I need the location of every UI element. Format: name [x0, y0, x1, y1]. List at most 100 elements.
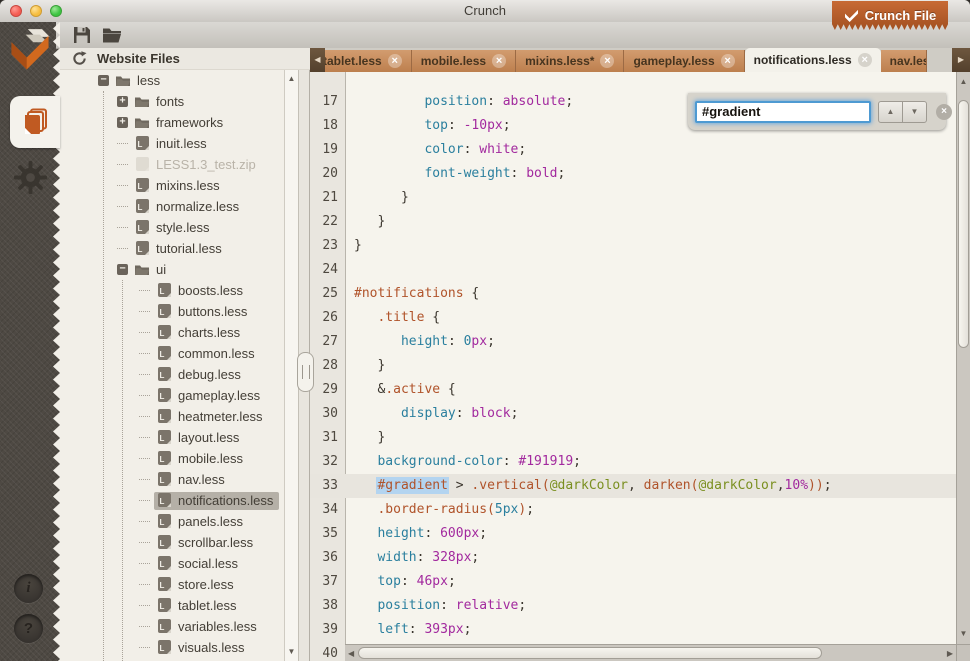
horizontal-scrollbar[interactable]: ◀ ▶ [345, 644, 956, 661]
tree-item-common.less[interactable]: Lcommon.less [60, 343, 284, 364]
tree-item-less[interactable]: −less [60, 70, 284, 91]
tree-item-inuit.less[interactable]: Linuit.less [60, 133, 284, 154]
tree-item-scrollbar.less[interactable]: Lscrollbar.less [60, 532, 284, 553]
tab-label: nav.less* [890, 54, 927, 68]
tree-item-fonts[interactable]: +fonts [60, 91, 284, 112]
less-file-icon: L [156, 577, 172, 592]
scroll-up-icon[interactable]: ▲ [957, 78, 970, 86]
tab-gameplay.less[interactable]: gameplay.less× [624, 50, 744, 72]
tree-item-mixins.less[interactable]: Lmixins.less [60, 175, 284, 196]
tree-item-tutorial.less[interactable]: Ltutorial.less [60, 238, 284, 259]
line-number: 23 [310, 234, 346, 258]
tree-item-store.less[interactable]: Lstore.less [60, 574, 284, 595]
tree-guide-stub [139, 311, 150, 312]
tree-item-visuals.less[interactable]: Lvisuals.less [60, 637, 284, 658]
tree-item-label: visuals.less [178, 640, 244, 655]
tree-item-label: mixins.less [156, 178, 220, 193]
tree-item-gameplay.less[interactable]: Lgameplay.less [60, 385, 284, 406]
refresh-icon[interactable] [72, 51, 87, 66]
save-icon[interactable] [72, 26, 92, 44]
tab-mixins.less[interactable]: mixins.less*× [516, 50, 624, 72]
find-next-button[interactable]: ▼ [902, 101, 927, 123]
less-file-icon: L [156, 409, 172, 424]
tree-item-notifications.less[interactable]: Lnotifications.less [60, 490, 284, 511]
close-icon[interactable]: × [858, 53, 872, 67]
close-icon[interactable]: × [388, 54, 402, 68]
tree-item-boosts.less[interactable]: Lboosts.less [60, 280, 284, 301]
tree-guide-stub [117, 206, 128, 207]
code-editor[interactable]: 17 position: absolute;18 top: -10px;19 c… [310, 72, 970, 661]
scroll-right-icon[interactable]: ▶ [947, 649, 953, 658]
tree-item-ui[interactable]: − ui [60, 259, 284, 280]
tree-item-tablet.less[interactable]: Ltablet.less [60, 595, 284, 616]
tree-item-mobile.less[interactable]: Lmobile.less [60, 448, 284, 469]
tree-item-layout.less[interactable]: Llayout.less [60, 427, 284, 448]
nav-item-files[interactable] [10, 96, 60, 148]
close-icon[interactable]: × [600, 54, 614, 68]
open-folder-icon[interactable] [102, 26, 122, 44]
tree-item-debug.less[interactable]: Ldebug.less [60, 364, 284, 385]
code-line-33: 33 #gradient > .vertical(@darkColor, dar… [310, 474, 956, 498]
info-button[interactable]: i [14, 574, 43, 603]
search-input[interactable] [695, 101, 871, 123]
tree-item-style.less[interactable]: Lstyle.less [60, 217, 284, 238]
tab-notifications.less[interactable]: notifications.less× [745, 48, 881, 72]
code-text: #gradient > .vertical(@darkColor, darken… [346, 474, 832, 498]
line-number: 31 [310, 426, 346, 450]
scroll-up-icon[interactable]: ▲ [285, 75, 298, 83]
gear-icon[interactable] [13, 160, 48, 195]
less-file-icon: L [134, 178, 150, 193]
line-number: 36 [310, 546, 346, 570]
tab-nav.less[interactable]: nav.less* [881, 50, 927, 72]
tree-item-LESS1.3_test.zip[interactable]: LESS1.3_test.zip [60, 154, 284, 175]
tab-tablet.less[interactable]: tablet.less× [325, 50, 412, 72]
tree-item-panels.less[interactable]: Lpanels.less [60, 511, 284, 532]
line-number: 34 [310, 498, 346, 522]
less-file-icon: L [156, 598, 172, 613]
tree-item-label: normalize.less [156, 199, 239, 214]
tree-item-social.less[interactable]: Lsocial.less [60, 553, 284, 574]
tree-item-nav.less[interactable]: Lnav.less [60, 469, 284, 490]
vertical-scroll-thumb[interactable] [958, 100, 969, 348]
less-file-icon: L [156, 283, 172, 298]
scroll-left-icon[interactable]: ◀ [348, 649, 354, 658]
tree-item-buttons.less[interactable]: Lbuttons.less [60, 301, 284, 322]
close-search-button[interactable]: × [936, 104, 952, 120]
less-file-icon: L [134, 136, 150, 151]
scroll-down-icon[interactable]: ▼ [285, 648, 298, 656]
tree-guide-stub [139, 563, 150, 564]
collapse-icon[interactable]: − [117, 264, 128, 275]
tree-item-heatmeter.less[interactable]: Lheatmeter.less [60, 406, 284, 427]
expand-icon[interactable]: + [117, 96, 128, 107]
tree-item-charts.less[interactable]: Lcharts.less [60, 322, 284, 343]
tab-mobile.less[interactable]: mobile.less× [412, 50, 516, 72]
close-icon[interactable]: × [721, 54, 735, 68]
expand-icon[interactable]: + [117, 117, 128, 128]
less-file-icon: L [156, 430, 172, 445]
tab-scroll-right-button[interactable]: ▶ [952, 48, 970, 72]
close-icon[interactable]: × [492, 54, 506, 68]
line-number: 20 [310, 162, 346, 186]
help-button[interactable]: ? [14, 614, 43, 643]
tree-item-normalize.less[interactable]: Lnormalize.less [60, 196, 284, 217]
vertical-scrollbar[interactable]: ▲ ▼ [956, 72, 970, 644]
line-number: 35 [310, 522, 346, 546]
find-previous-button[interactable]: ▲ [878, 101, 903, 123]
scroll-down-icon[interactable]: ▼ [957, 630, 970, 638]
collapse-icon[interactable]: − [98, 75, 109, 86]
find-bar: ▲ ▼ × [688, 93, 946, 130]
tree-item-label: ui [156, 262, 166, 277]
crunch-logo-icon[interactable] [6, 28, 54, 74]
tree-item-variables.less[interactable]: Lvariables.less [60, 616, 284, 637]
code-text: #notifications { [346, 282, 479, 306]
tree-guide-stub [117, 143, 128, 144]
tab-scroll-left-button[interactable]: ◀ [310, 48, 325, 72]
tree-scrollbar[interactable]: ▲ ▼ [284, 70, 298, 661]
line-number: 39 [310, 618, 346, 642]
line-number: 33 [310, 474, 346, 498]
horizontal-scroll-thumb[interactable] [358, 647, 822, 659]
help-icon: ? [24, 620, 33, 637]
splitter-handle[interactable] [297, 352, 314, 392]
less-file-icon: L [156, 640, 172, 655]
tree-item-frameworks[interactable]: +frameworks [60, 112, 284, 133]
